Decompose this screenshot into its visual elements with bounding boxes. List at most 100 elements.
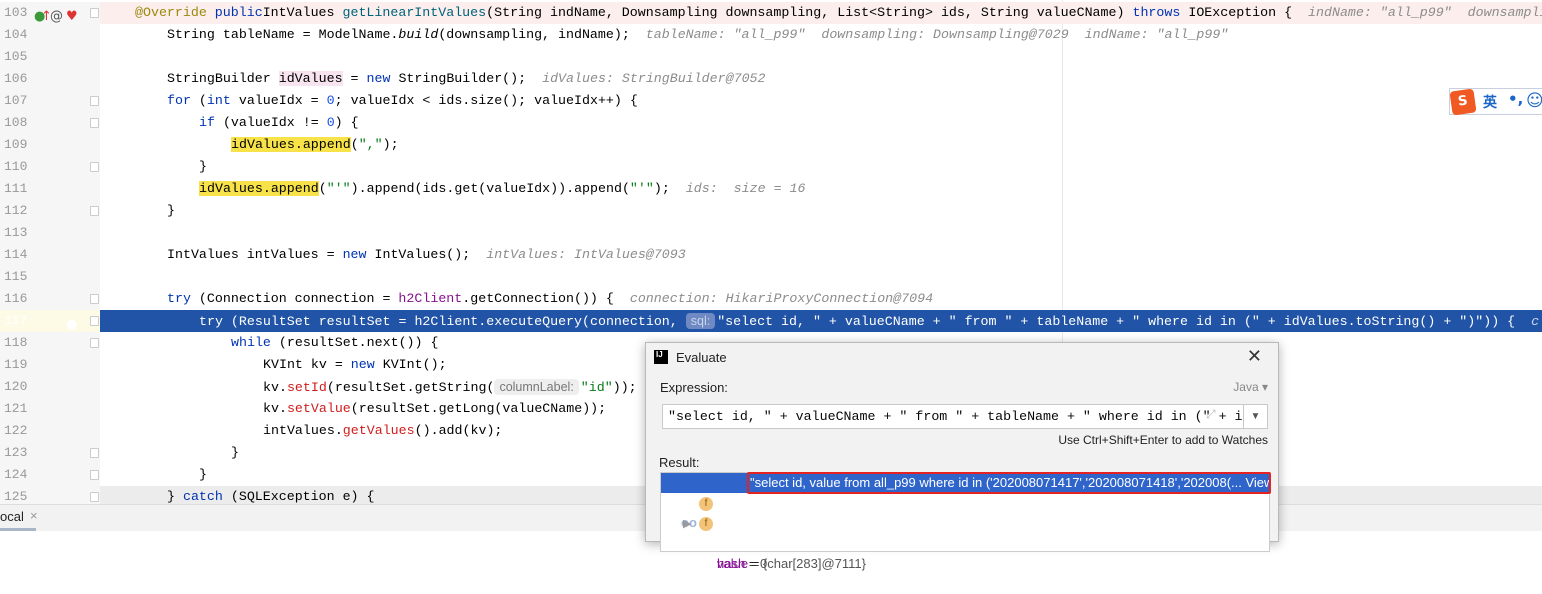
expand-icon[interactable]: ⤢ (1206, 407, 1216, 422)
search-highlight: idValues.append (231, 137, 351, 152)
code-token: valueIdx = (230, 93, 327, 108)
line-number: 116 (4, 291, 28, 306)
code-text[interactable]: } (100, 200, 1542, 222)
gutter[interactable]: 115 (0, 266, 100, 288)
close-icon[interactable]: ✕ (1247, 346, 1262, 367)
code-text[interactable]: String tableName = ModelName.build(downs… (100, 24, 1542, 46)
equals-sign: = (732, 535, 748, 550)
code-line[interactable]: 115 (0, 266, 1542, 288)
code-text[interactable]: } (100, 156, 1542, 178)
gutter[interactable]: 121 (0, 398, 100, 420)
field-row-hash[interactable]: f hash = 0 (679, 514, 1287, 571)
code-line[interactable]: 111 idValues.append("'").append(ids.get(v… (0, 178, 1542, 200)
gutter[interactable]: 118 (0, 332, 100, 354)
fold-marker-icon[interactable] (90, 316, 99, 326)
code-line[interactable]: 117 ● try (ResultSet resultSet = h2Client.… (0, 310, 1542, 332)
gutter[interactable]: 111 (0, 178, 100, 200)
code-text[interactable]: if (valueIdx != 0) { (100, 112, 1542, 134)
code-token: } (231, 445, 239, 460)
gutter[interactable]: 104 (0, 24, 100, 46)
emoji-icon[interactable]: ☺ (1526, 91, 1542, 111)
code-text[interactable]: StringBuilder idValues = new StringBuild… (100, 68, 1542, 90)
fold-marker-icon[interactable] (90, 206, 99, 216)
code-text[interactable] (100, 222, 1542, 244)
field-name: h2Client (398, 291, 463, 306)
language-selector[interactable]: Java ▾ (1233, 380, 1268, 394)
result-value[interactable]: "select id, value from all_p99 where id … (747, 472, 1271, 494)
code-text[interactable]: IntValues intValues = new IntValues(); i… (100, 244, 1542, 266)
fold-marker-icon[interactable] (90, 96, 99, 106)
code-line[interactable]: 113 (0, 222, 1542, 244)
fold-marker-icon[interactable] (90, 294, 99, 304)
code-text[interactable]: for (int valueIdx = 0; valueIdx < ids.si… (100, 90, 1542, 112)
fold-marker-icon[interactable] (90, 118, 99, 128)
code-line[interactable]: 108 if (valueIdx != 0) { (0, 112, 1542, 134)
code-line[interactable]: 107 for (int valueIdx = 0; valueIdx < ids… (0, 90, 1542, 112)
gutter[interactable]: 103 ● ↑ @ ♥ (0, 2, 100, 24)
code-text[interactable] (100, 266, 1542, 288)
code-line[interactable]: 103 ● ↑ @ ♥ @Override publicIntValues getLine… (0, 2, 1542, 24)
input-method-indicator[interactable]: S 英 •, ☺ (1449, 88, 1542, 116)
code-line[interactable]: 114 IntValues intValues = new IntValues()… (0, 244, 1542, 266)
code-line[interactable]: 104 String tableName = ModelName.build(do… (0, 24, 1542, 46)
gutter[interactable]: 125 (0, 486, 100, 504)
line-number: 105 (4, 49, 28, 64)
fold-marker-icon[interactable] (90, 338, 99, 348)
gutter[interactable]: 113 (0, 222, 100, 244)
gutter[interactable]: 123 (0, 442, 100, 464)
inline-debug-value: c (1515, 314, 1540, 329)
gutter[interactable]: 114 (0, 244, 100, 266)
history-dropdown-button[interactable]: ▼ (1243, 404, 1268, 429)
gutter[interactable]: 122 (0, 420, 100, 442)
code-text[interactable]: idValues.append("'").append(ids.get(valu… (100, 178, 1542, 200)
code-text[interactable] (100, 46, 1542, 68)
line-number: 114 (4, 247, 28, 262)
method-call: setValue (286, 401, 351, 416)
code-text[interactable]: try (ResultSet resultSet = h2Client.exec… (100, 310, 1542, 332)
keyword: new (342, 247, 367, 262)
close-tab-icon[interactable]: × (30, 508, 38, 523)
collapse-arrow-icon[interactable]: ▼ (665, 493, 676, 513)
gutter[interactable]: 106 (0, 68, 100, 90)
gutter[interactable]: 109 (0, 134, 100, 156)
code-text[interactable]: idValues.append(","); (100, 134, 1542, 156)
ime-punctuation-toggle[interactable]: •, (1508, 90, 1523, 108)
code-token: try (ResultSet resultSet = h2Client.exec… (199, 314, 686, 329)
gutter[interactable]: 116 (0, 288, 100, 310)
code-line[interactable]: 106 StringBuilder idValues = new StringBu… (0, 68, 1542, 90)
tab-local[interactable]: ocal (0, 509, 24, 524)
gutter[interactable]: 105 (0, 46, 100, 68)
gutter[interactable]: 110 (0, 156, 100, 178)
result-name: result (701, 535, 733, 550)
fold-marker-icon[interactable] (90, 470, 99, 480)
result-tree[interactable]: ▼ oo result = "select id, value from all… (660, 472, 1271, 571)
code-line[interactable]: 110} (0, 156, 1542, 178)
line-number: 110 (4, 159, 28, 174)
field-row-value[interactable]: ▶ f value = {char[283]@7111} (679, 494, 1287, 571)
ime-language-toggle[interactable]: 英 (1483, 92, 1497, 112)
fold-marker-icon[interactable] (90, 492, 99, 502)
inline-debug-value: indName: "all_p99" downsampling: Downsam… (1308, 5, 1542, 20)
line-number: 111 (4, 181, 28, 196)
code-text[interactable]: try (Connection connection = h2Client.ge… (100, 288, 1542, 310)
gutter[interactable]: 108 (0, 112, 100, 134)
fold-marker-icon[interactable] (90, 162, 99, 172)
gutter[interactable]: 117 ● (0, 310, 100, 332)
line-number: 118 (4, 335, 28, 350)
code-line[interactable]: 112} (0, 200, 1542, 222)
result-row[interactable]: ▼ oo result = "select id, value from all… (661, 472, 1271, 550)
code-text[interactable]: @Override publicIntValues getLinearIntVa… (100, 2, 1542, 24)
expression-input[interactable]: "select id, " + valueCName + " from " + … (662, 404, 1244, 429)
gutter[interactable]: 119 (0, 354, 100, 376)
code-line[interactable]: 109 idValues.append(","); (0, 134, 1542, 156)
gutter[interactable]: 120 (0, 376, 100, 398)
field-value: {char[283]@7111} (762, 556, 866, 571)
code-line[interactable]: 116 try (Connection connection = h2Client… (0, 288, 1542, 310)
code-line[interactable]: 105 (0, 46, 1542, 68)
fold-marker-icon[interactable] (90, 448, 99, 458)
gutter[interactable]: 112 (0, 200, 100, 222)
fold-marker-icon[interactable] (90, 8, 99, 18)
parameter-hint: sql: (685, 313, 716, 329)
gutter[interactable]: 124 (0, 464, 100, 486)
gutter[interactable]: 107 (0, 90, 100, 112)
